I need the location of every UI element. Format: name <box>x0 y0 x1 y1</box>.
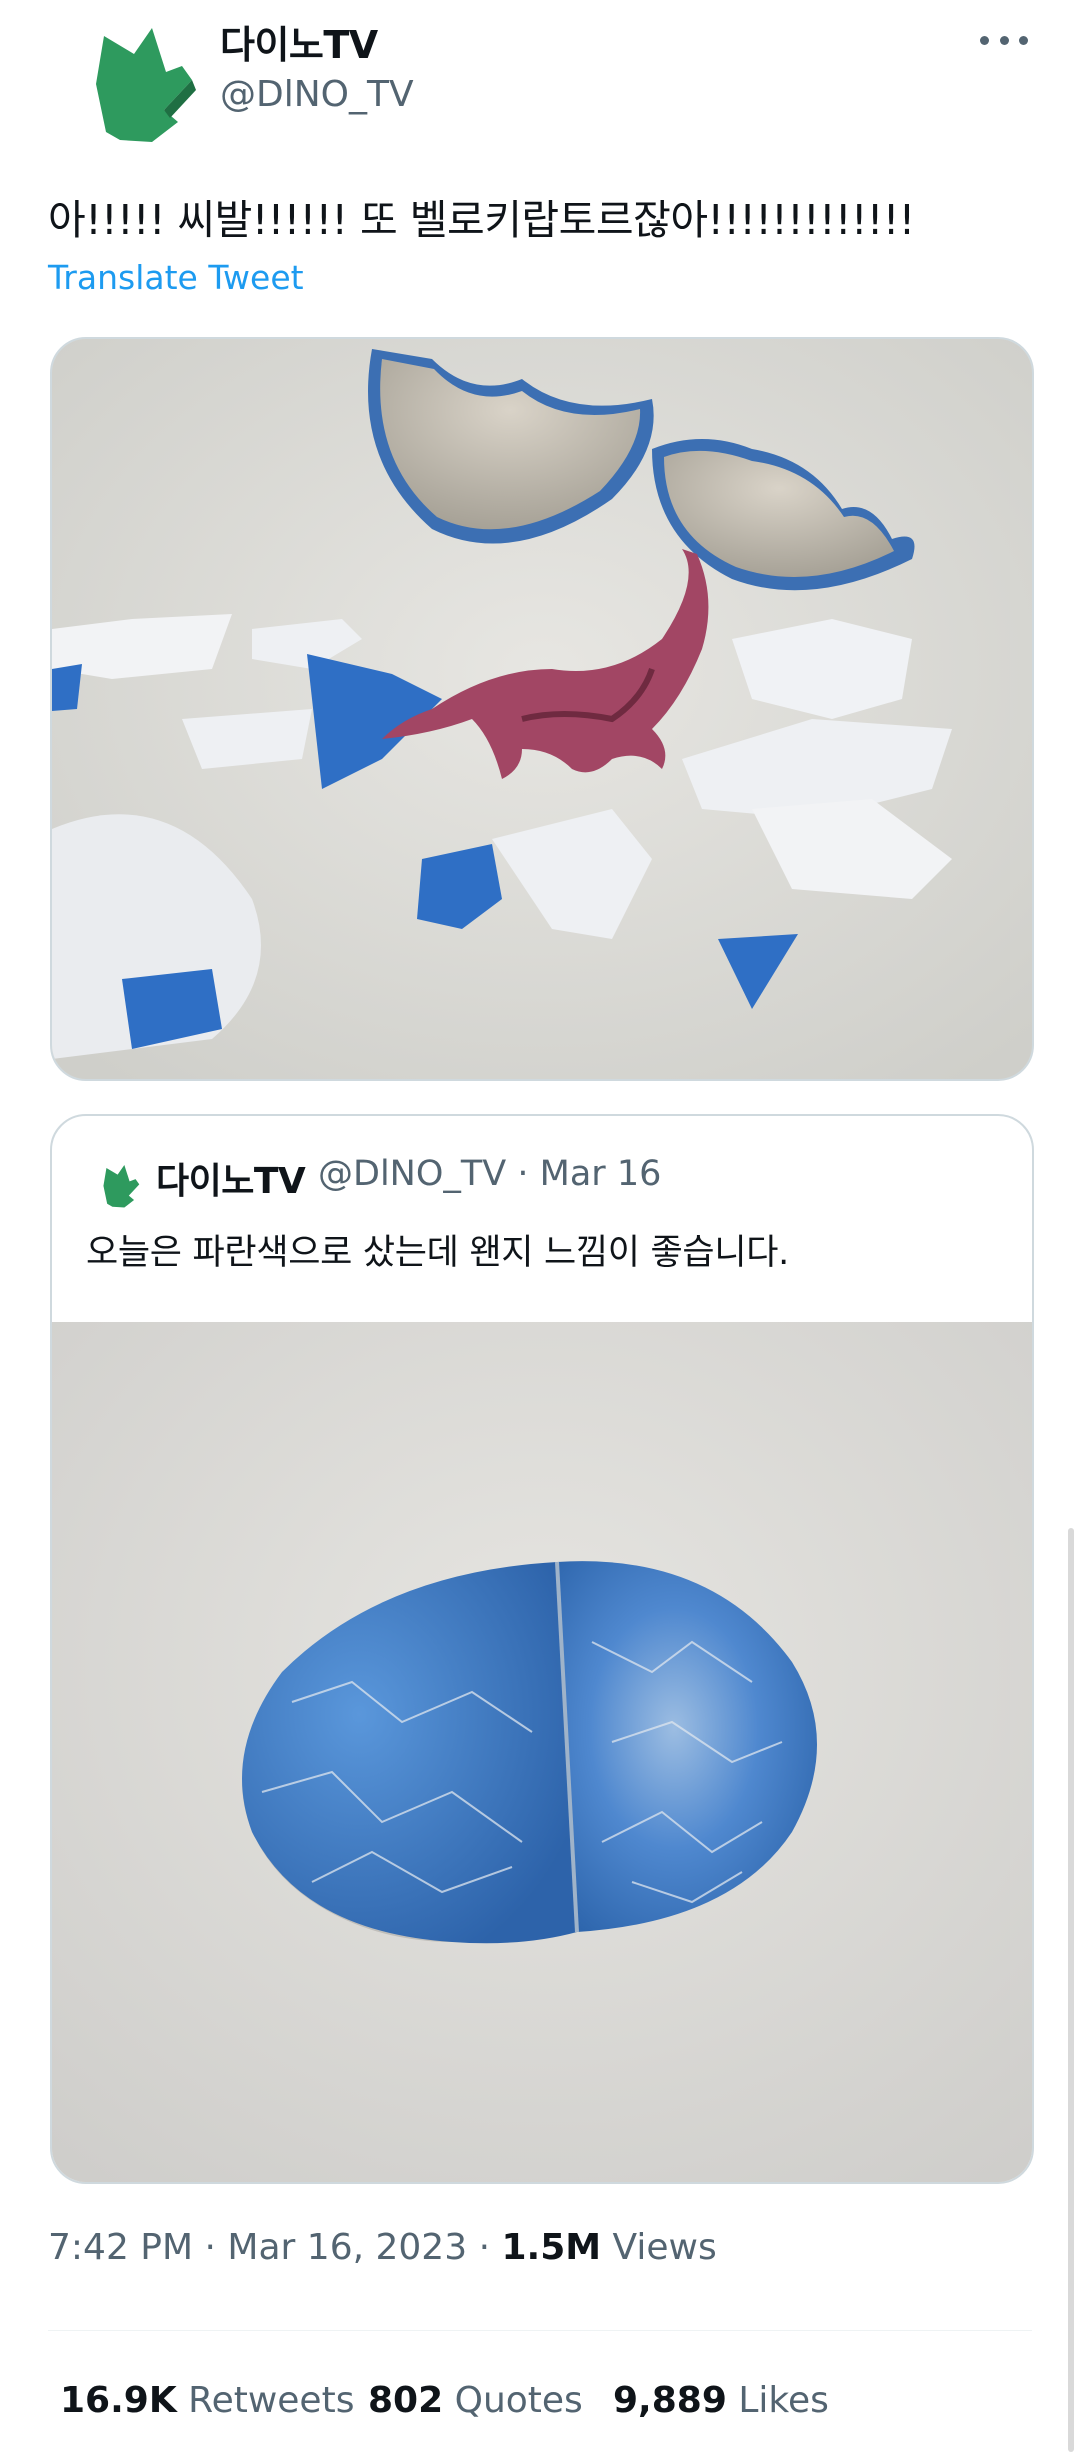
scrollbar[interactable] <box>1068 1528 1074 2452</box>
quoted-date: Mar 16 <box>539 1154 662 1194</box>
green-dinosaur-foot-icon <box>96 28 196 142</box>
more-options-icon[interactable] <box>980 30 1028 50</box>
likes-stat[interactable]: 9,889 Likes <box>613 2380 829 2421</box>
quoted-author-avatar <box>90 1156 146 1212</box>
author-avatar[interactable] <box>60 14 210 144</box>
tweet-text: 아!!!!! 씨발!!!!!! 또 벨로키랍토르잖아!!!!!!!!!!!!! <box>48 196 915 244</box>
retweets-label: Retweets <box>188 2380 355 2421</box>
meta-separator: · <box>204 2227 216 2268</box>
quoted-author-name: 다이노TV <box>156 1161 306 1202</box>
tweet-date[interactable]: Mar 16, 2023 <box>227 2227 467 2268</box>
quoted-separator: · <box>517 1154 529 1194</box>
likes-count: 9,889 <box>613 2380 727 2421</box>
tweet-time[interactable]: 7:42 PM <box>48 2227 193 2268</box>
meta-separator: · <box>478 2227 491 2268</box>
author-display-name[interactable]: 다이노TV <box>220 14 378 69</box>
broken-egg-photo <box>52 339 1032 1079</box>
quoted-text: 오늘은 파란색으로 샀는데 왠지 느낌이 좋습니다. <box>86 1233 789 1273</box>
views-count: 1.5M <box>501 2227 602 2268</box>
tweet-meta: 7:42 PM · Mar 16, 2023 · 1.5M Views <box>48 2227 717 2268</box>
green-dinosaur-foot-icon <box>103 1164 140 1208</box>
tweet-photo[interactable] <box>50 337 1034 1081</box>
translate-tweet-link[interactable]: Translate Tweet <box>48 258 304 297</box>
retweets-count: 16.9K <box>60 2380 177 2421</box>
quoted-meta: @DlNO_TV · Mar 16 <box>318 1154 661 1194</box>
blue-egg-photo <box>52 1322 1032 2182</box>
quotes-count: 802 <box>368 2380 444 2421</box>
quotes-stat[interactable]: 802 Quotes <box>368 2380 583 2421</box>
views-label: Views <box>612 2227 717 2268</box>
author-handle[interactable]: @DlNO_TV <box>220 74 414 115</box>
quoted-tweet[interactable]: 다이노TV @DlNO_TV · Mar 16 오늘은 파란색으로 샀는데 왠지… <box>50 1114 1034 2184</box>
quoted-photo[interactable] <box>52 1322 1032 2182</box>
quotes-label: Quotes <box>454 2380 583 2421</box>
divider <box>48 2330 1032 2331</box>
quoted-author-handle: @DlNO_TV <box>318 1154 507 1194</box>
likes-label: Likes <box>738 2380 829 2421</box>
retweets-stat[interactable]: 16.9K Retweets <box>60 2380 354 2421</box>
